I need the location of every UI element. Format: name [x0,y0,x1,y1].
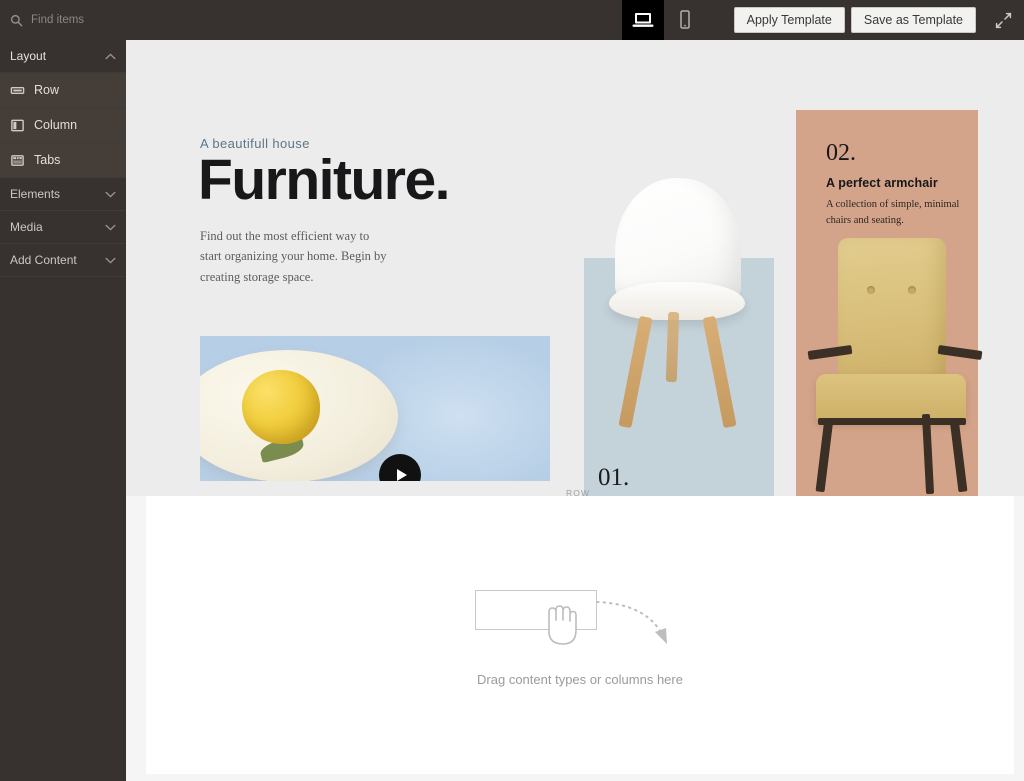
sidebar-group-add-content-label: Add Content [10,253,77,267]
hero-paragraph: Find out the most efficient way to start… [200,229,387,284]
chevron-down-icon [105,224,116,231]
expand-fullscreen-button[interactable] [986,0,1020,40]
chevron-down-icon [105,257,116,264]
left-sidebar: Layout Row Column Tabs Elements Media Ad… [0,40,126,781]
sidebar-item-tabs[interactable]: Tabs [0,143,126,178]
page-builder-app: Apply Template Save as Template Layout R… [0,0,1024,781]
lemon-shape [242,370,320,444]
search-input[interactable] [31,14,126,26]
armchair-back-shape [838,238,946,388]
desktop-icon [632,13,654,27]
sidebar-group-elements[interactable]: Elements [0,178,126,211]
mobile-icon [679,10,690,29]
desktop-preview-button[interactable] [621,0,664,40]
sidebar-group-add-content[interactable]: Add Content [0,244,126,277]
sidebar-group-media[interactable]: Media [0,211,126,244]
armchair-button-left [867,286,875,294]
expand-arrows-icon [995,12,1011,28]
play-icon [396,469,407,481]
armchair-seat-shape [816,374,966,422]
column-icon [11,119,24,131]
armchair-leg-left [815,417,834,493]
sidebar-item-column-label: Column [34,118,78,132]
mobile-preview-button[interactable] [664,0,706,40]
drop-zone-content: Drag content types or columns here [146,496,1014,774]
lemon-video-block[interactable] [200,336,550,481]
search-container[interactable] [0,0,126,40]
sidebar-group-layout-label: Layout [10,49,47,63]
sidebar-item-tabs-label: Tabs [34,153,61,167]
chair-leg-right [702,315,737,429]
template-actions: Apply Template Save as Template [733,0,976,40]
armchair-leg-back [921,413,935,495]
search-icon [10,14,23,26]
top-toolbar: Apply Template Save as Template [0,0,1024,40]
drop-zone-graphic [475,584,685,654]
save-as-template-button[interactable]: Save as Template [850,7,976,33]
sidebar-item-row[interactable]: Row [0,73,126,108]
device-preview-group [621,0,706,40]
hero-title: Furniture. [198,148,451,212]
editor-canvas[interactable]: A beautifull house Furniture. Find out t… [126,40,1024,781]
card-02-heading: A perfect armchair [826,176,938,190]
sidebar-group-layout[interactable]: Layout [0,40,126,73]
sidebar-group-elements-label: Elements [10,187,61,201]
sidebar-item-row-label: Row [34,83,60,97]
hand-drag-icon [548,604,577,645]
card-02-number: 02. [826,140,856,166]
curved-arrow-icon [596,600,667,644]
chair-image [581,170,781,470]
apply-template-button[interactable]: Apply Template [733,7,845,33]
chevron-up-icon [105,52,116,59]
chair-leg-left [618,315,653,429]
chair-leg-back [665,311,680,383]
row-icon [10,86,25,94]
hero-section[interactable]: A beautifull house Furniture. Find out t… [126,40,1024,496]
armchair-leg-right [949,417,968,493]
sidebar-item-column[interactable]: Column [0,108,126,143]
armchair-button-right [908,286,916,294]
drop-zone-label: Drag content types or columns here [477,671,683,687]
drop-zone[interactable]: Drag content types or columns here [146,496,1014,774]
sidebar-group-media-label: Media [10,220,43,234]
armchair-image [798,238,998,496]
armchair-frame-bar [818,418,966,425]
card-02-body: A collection of simple, minimal chairs a… [826,199,960,226]
chevron-down-icon [105,191,116,198]
tabs-icon [11,154,24,166]
